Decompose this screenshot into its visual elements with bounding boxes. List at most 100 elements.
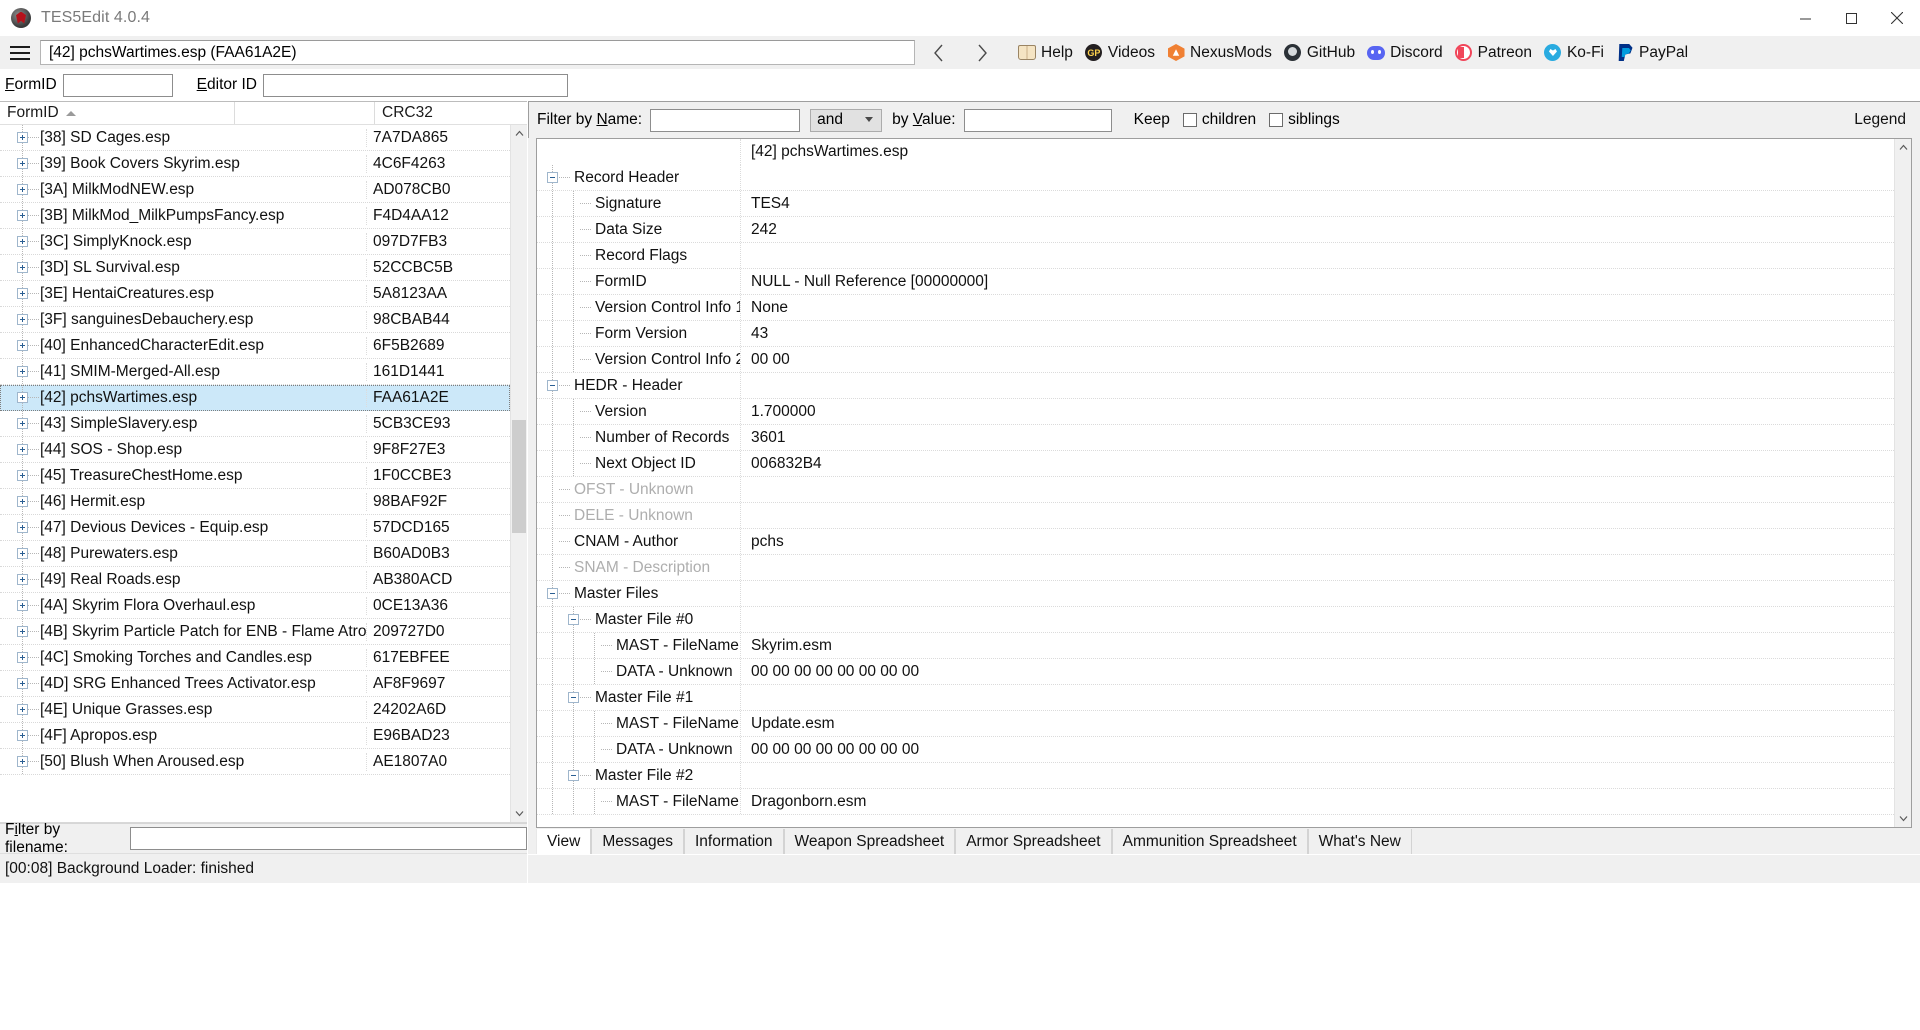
column-header-blank[interactable] [234,102,374,124]
tab-information[interactable]: Information [683,829,784,854]
expand-plus-icon[interactable] [17,262,28,273]
table-row[interactable]: [40] EnhancedCharacterEdit.esp 6F5B2689 [0,333,510,359]
collapse-minus-icon[interactable] [568,614,579,625]
expand-plus-icon[interactable] [17,392,28,403]
collapse-minus-icon[interactable] [547,588,558,599]
scrollbar-thumb[interactable] [512,420,526,534]
table-row[interactable]: [44] SOS - Shop.esp 9F8F27E3 [0,437,510,463]
detail-row[interactable]: Version Control Info 1 None [537,295,1894,321]
expand-plus-icon[interactable] [17,756,28,767]
table-row[interactable]: [45] TreasureChestHome.esp 1F0CCBE3 [0,463,510,489]
table-row[interactable]: [3B] MilkMod_MilkPumpsFancy.esp F4D4AA12 [0,203,510,229]
detail-row[interactable]: DATA - Unknown 00 00 00 00 00 00 00 00 [537,737,1894,763]
table-row[interactable]: [4C] Smoking Torches and Candles.esp 617E… [0,645,510,671]
detail-row[interactable]: MAST - FileName Skyrim.esm [537,633,1894,659]
table-row[interactable]: [4E] Unique Grasses.esp 24202A6D [0,697,510,723]
tab-what-s-new[interactable]: What's New [1307,829,1412,854]
table-row[interactable]: [4D] SRG Enhanced Trees Activator.esp AF8… [0,671,510,697]
table-row[interactable]: [50] Blush When Aroused.esp AE1807A0 [0,749,510,775]
expand-plus-icon[interactable] [17,496,28,507]
expand-plus-icon[interactable] [17,158,28,169]
table-row[interactable]: [49] Real Roads.esp AB380ACD [0,567,510,593]
keep-siblings-checkbox[interactable] [1269,113,1284,127]
detail-row[interactable]: DELE - Unknown [537,503,1894,529]
detail-row[interactable]: MAST - FileName Update.esm [537,711,1894,737]
detail-row[interactable]: Signature TES4 [537,191,1894,217]
detail-row[interactable]: Master File #0 [537,607,1894,633]
table-row[interactable]: [3D] SL Survival.esp 52CCBC5B [0,255,510,281]
column-header-crc32[interactable]: CRC32 [374,102,527,124]
filter-value-input[interactable] [963,108,1112,132]
link-videos[interactable]: GP Videos [1081,42,1159,64]
link-help[interactable]: Help [1014,42,1077,64]
maximize-button[interactable] [1828,0,1874,36]
expand-plus-icon[interactable] [17,652,28,663]
detail-scrollbar-track[interactable] [1895,156,1911,810]
detail-scroll-up-icon[interactable] [1895,139,1911,156]
expand-plus-icon[interactable] [17,340,28,351]
expand-plus-icon[interactable] [17,184,28,195]
table-row[interactable]: [46] Hermit.esp 98BAF92F [0,489,510,515]
close-button[interactable] [1874,0,1920,36]
collapse-minus-icon[interactable] [547,172,558,183]
editorid-input[interactable] [262,73,568,97]
plugin-tree[interactable]: [38] SD Cages.esp 7A7DA865 [39] Book Cover… [0,125,510,822]
collapse-minus-icon[interactable] [547,380,558,391]
expand-plus-icon[interactable] [17,132,28,143]
filter-name-input[interactable] [650,108,801,132]
scroll-down-icon[interactable] [511,805,527,822]
detail-row[interactable]: OFST - Unknown [537,477,1894,503]
detail-scroll-down-icon[interactable] [1895,810,1911,827]
detail-row[interactable]: Form Version 43 [537,321,1894,347]
table-row[interactable]: [3E] HentaiCreatures.esp 5A8123AA [0,281,510,307]
expand-plus-icon[interactable] [17,678,28,689]
table-row[interactable]: [47] Devious Devices - Equip.esp 57DCD165 [0,515,510,541]
detail-row[interactable]: DATA - Unknown 00 00 00 00 00 00 00 00 [537,659,1894,685]
legend-link[interactable]: Legend [1854,111,1910,129]
record-detail-tree[interactable]: [42] pchsWartimes.esp Record Header Signat… [537,139,1894,827]
expand-plus-icon[interactable] [17,366,28,377]
detail-row[interactable]: Master File #2 [537,763,1894,789]
detail-scrollbar[interactable] [1894,139,1911,827]
tab-view[interactable]: View [536,829,592,854]
minimize-button[interactable] [1782,0,1828,36]
expand-plus-icon[interactable] [17,704,28,715]
detail-row[interactable]: FormID NULL - Null Reference [00000000] [537,269,1894,295]
table-row[interactable]: [42] pchsWartimes.esp FAA61A2E [0,385,510,411]
plugin-tree-scrollbar[interactable] [510,125,527,822]
detail-row[interactable]: Version 1.700000 [537,399,1894,425]
scroll-up-icon[interactable] [511,125,527,142]
filename-filter-input[interactable] [130,827,527,850]
detail-row[interactable]: Next Object ID 006832B4 [537,451,1894,477]
expand-plus-icon[interactable] [17,574,28,585]
keep-children-checkbox[interactable] [1182,113,1197,127]
link-paypal[interactable]: PayPal [1612,42,1692,64]
scrollbar-track[interactable] [511,142,527,805]
formid-input[interactable] [62,73,173,97]
link-discord[interactable]: Discord [1363,42,1447,64]
expand-plus-icon[interactable] [17,444,28,455]
detail-row[interactable]: SNAM - Description [537,555,1894,581]
expand-plus-icon[interactable] [17,236,28,247]
detail-row[interactable]: Master File #1 [537,685,1894,711]
expand-plus-icon[interactable] [17,548,28,559]
link-kofi[interactable]: Ko-Fi [1540,42,1608,64]
hamburger-menu-icon[interactable] [0,38,40,68]
expand-plus-icon[interactable] [17,288,28,299]
expand-plus-icon[interactable] [17,522,28,533]
forward-arrow-icon[interactable] [970,40,992,66]
tab-ammunition-spreadsheet[interactable]: Ammunition Spreadsheet [1111,829,1308,854]
table-row[interactable]: [48] Purewaters.esp B60AD0B3 [0,541,510,567]
expand-plus-icon[interactable] [17,626,28,637]
table-row[interactable]: [38] SD Cages.esp 7A7DA865 [0,125,510,151]
table-row[interactable]: [3F] sanguinesDebauchery.esp 98CBAB44 [0,307,510,333]
expand-plus-icon[interactable] [17,600,28,611]
table-row[interactable]: [3C] SimplyKnock.esp 097D7FB3 [0,229,510,255]
detail-row[interactable]: Record Header [537,165,1894,191]
detail-row[interactable]: Record Flags [537,243,1894,269]
expand-plus-icon[interactable] [17,418,28,429]
link-github[interactable]: GitHub [1280,42,1359,64]
filter-operator-select[interactable]: and [810,108,883,132]
table-row[interactable]: [3A] MilkModNEW.esp AD078CB0 [0,177,510,203]
collapse-minus-icon[interactable] [568,692,579,703]
